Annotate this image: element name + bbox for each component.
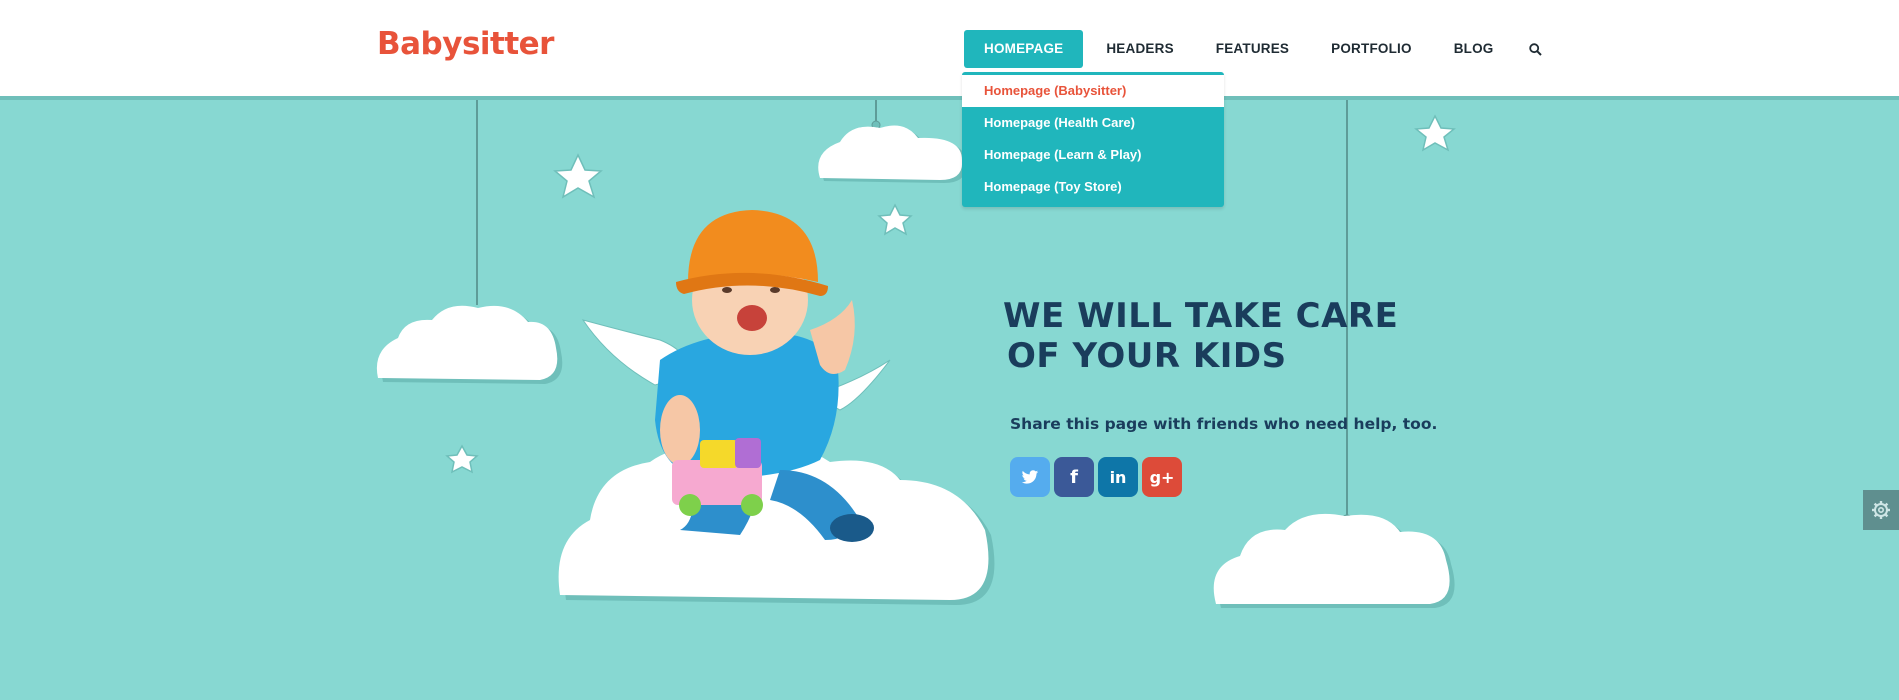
cloud-right bbox=[1213, 513, 1455, 608]
facebook-share-button[interactable]: f bbox=[1054, 457, 1094, 497]
hero-illustration bbox=[376, 100, 1456, 608]
dropdown-item-babysitter[interactable]: Homepage (Babysitter) bbox=[962, 75, 1224, 107]
nav-item-headers[interactable]: HEADERS bbox=[1085, 30, 1194, 68]
cloud-left bbox=[376, 305, 563, 384]
main-nav: HOMEPAGE HEADERS FEATURES PORTFOLIO BLOG bbox=[964, 30, 1551, 68]
hero-title-line-2: OF YOUR KIDS bbox=[1007, 336, 1287, 376]
nav-item-blog[interactable]: BLOG bbox=[1433, 30, 1515, 68]
search-button[interactable] bbox=[1521, 30, 1551, 68]
googleplus-icon: g+ bbox=[1149, 467, 1175, 487]
twitter-icon bbox=[1021, 469, 1039, 484]
homepage-dropdown: Homepage (Babysitter) Homepage (Health C… bbox=[962, 72, 1224, 207]
social-share-buttons: f in g+ bbox=[1010, 457, 1182, 497]
nav-item-homepage[interactable]: HOMEPAGE bbox=[964, 30, 1084, 68]
linkedin-share-button[interactable]: in bbox=[1098, 457, 1138, 497]
nav-item-features[interactable]: FEATURES bbox=[1195, 30, 1310, 68]
gear-icon bbox=[1872, 501, 1890, 519]
googleplus-share-button[interactable]: g+ bbox=[1142, 457, 1182, 497]
facebook-icon: f bbox=[1070, 466, 1078, 488]
dropdown-item-learn-play[interactable]: Homepage (Learn & Play) bbox=[962, 139, 1224, 171]
cloud-top bbox=[818, 125, 967, 183]
hero-title-line-1: WE WILL TAKE CARE bbox=[1003, 296, 1399, 336]
settings-toggle[interactable] bbox=[1863, 490, 1899, 530]
dropdown-item-health-care[interactable]: Homepage (Health Care) bbox=[962, 107, 1224, 139]
twitter-share-button[interactable] bbox=[1010, 457, 1050, 497]
share-text: Share this page with friends who need he… bbox=[1010, 415, 1438, 433]
hero-title: WE WILL TAKE CARE OF YOUR KIDS bbox=[1003, 296, 1398, 376]
site-header: Babysitter HOMEPAGE HEADERS FEATURES POR… bbox=[0, 0, 1899, 100]
site-logo[interactable]: Babysitter bbox=[377, 26, 554, 62]
dropdown-item-toy-store[interactable]: Homepage (Toy Store) bbox=[962, 171, 1224, 203]
search-icon bbox=[1529, 42, 1542, 56]
linkedin-icon: in bbox=[1109, 467, 1127, 487]
nav-item-portfolio[interactable]: PORTFOLIO bbox=[1310, 30, 1433, 68]
